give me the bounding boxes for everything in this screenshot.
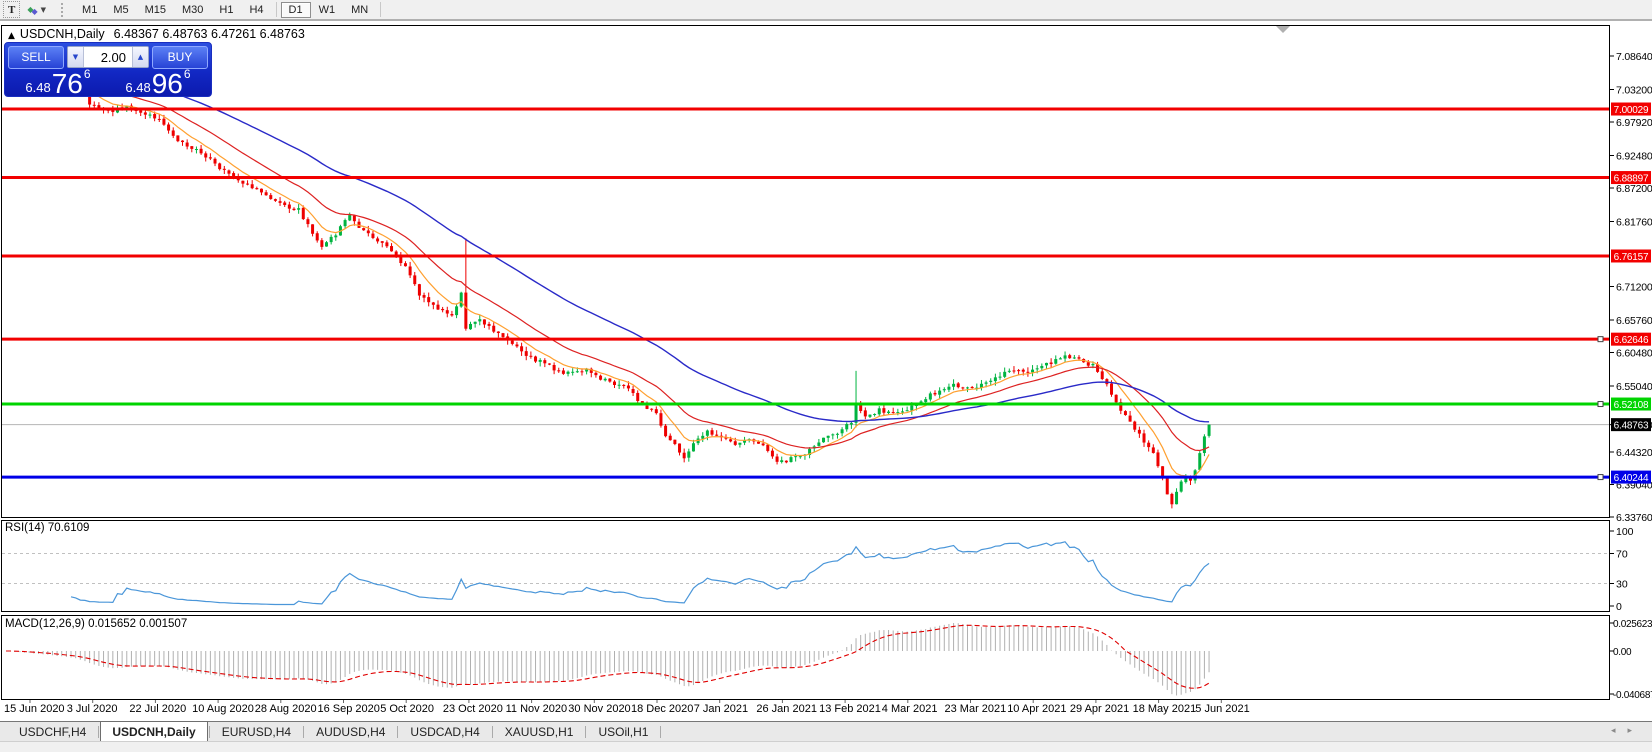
tab-separator <box>303 726 305 738</box>
chart-tab-usdcad[interactable]: USDCAD,H4 <box>399 723 490 742</box>
macd-indicator-label: MACD(12,26,9) 0.015652 0.001507 <box>5 618 188 630</box>
candlestick-series <box>4 60 1211 509</box>
buy-price[interactable]: 6.48 96 6 <box>108 67 208 100</box>
price-axis-label: 6.97920 <box>1616 117 1652 129</box>
scroll-right-icon[interactable]: ▸ <box>1627 726 1644 736</box>
chart-tab-audusd[interactable]: AUDUSD,H4 <box>305 723 396 742</box>
one-click-trade-panel: SELL ▼ 2.00 ▲ BUY 6.48 76 6 6.48 96 6 <box>4 42 212 100</box>
chart-tab-usoil[interactable]: USOil,H1 <box>587 723 659 742</box>
tab-separator <box>585 726 587 738</box>
chart-symbol-title: USDCNH,Daily <box>19 27 105 41</box>
x-axis-label: 30 Nov 2020 <box>568 703 630 715</box>
tab-separator <box>98 726 100 738</box>
macd-axis-label: 0.025623 <box>1613 619 1652 630</box>
x-axis-label: 10 Aug 2020 <box>192 703 254 715</box>
price-axis-label: 7.08640 <box>1616 51 1652 63</box>
rsi-axis-label: 70 <box>1616 549 1628 561</box>
x-axis-label: 5 Oct 2020 <box>380 703 434 715</box>
sell-price-prefix: 6.48 <box>25 80 51 95</box>
price-axis-label: 7.03200 <box>1616 84 1652 96</box>
status-bar <box>0 741 1652 752</box>
x-axis-label: 3 Jul 2020 <box>67 703 118 715</box>
buy-button[interactable]: BUY <box>152 45 208 69</box>
tab-separator <box>208 726 210 738</box>
x-axis-label: 11 Nov 2020 <box>506 703 568 715</box>
x-axis-label: 18 Dec 2020 <box>631 703 693 715</box>
price-axis-badge: 6.88897 <box>1614 174 1649 185</box>
chart-tab-xauusd[interactable]: XAUUSD,H1 <box>494 723 585 742</box>
line-drag-handle[interactable] <box>1597 336 1604 343</box>
chart-tab-bar: USDCHF,H4 USDCNH,Daily EURUSD,H4 AUDUSD,H4 U… <box>0 721 1652 742</box>
trading-terminal-window: T ◆ ◆ ▼ M1 M5 M15 M30 H1 H4 D1 W1 MN ▲ USDCNH,Dai… <box>0 0 1652 752</box>
x-axis-label: 18 May 2021 <box>1133 703 1197 715</box>
tab-separator <box>660 726 662 738</box>
price-axis-label: 6.44320 <box>1616 447 1652 459</box>
price-axis-label: 6.71200 <box>1616 281 1652 293</box>
price-axis-badge: 6.62646 <box>1614 335 1649 346</box>
price-axis-label: 6.33760 <box>1616 512 1652 524</box>
volume-stepper[interactable]: ▼ 2.00 ▲ <box>67 46 149 68</box>
chart-header: ▲ USDCNH,Daily 6.48367 6.48763 6.47261 6.4… <box>8 27 305 41</box>
chart-tab-eurusd[interactable]: EURUSD,H4 <box>211 723 302 742</box>
x-axis-label: 13 Feb 2021 <box>819 703 881 715</box>
chart-shift-marker-icon[interactable] <box>1276 26 1290 33</box>
rsi-indicator-label: RSI(14) 70.6109 <box>5 522 90 534</box>
x-axis-label: 10 Apr 2021 <box>1007 703 1066 715</box>
tab-separator <box>491 726 493 738</box>
volume-decrease-icon[interactable]: ▼ <box>68 47 84 67</box>
macd-histogram <box>10 623 1210 696</box>
collapse-trade-panel-icon[interactable]: ▲ <box>8 31 15 41</box>
scroll-left-icon[interactable]: ◂ <box>1611 726 1628 736</box>
chart-tab-usdcnh[interactable]: USDCNH,Daily <box>100 721 208 742</box>
macd-signal-line <box>6 624 1210 689</box>
price-axis-label: 6.87200 <box>1616 183 1652 195</box>
x-axis-label: 22 Jul 2020 <box>129 703 186 715</box>
chart-canvas[interactable]: 7.08640 7.03200 6.97920 6.92480 6.87200 6.817… <box>0 0 1652 721</box>
rsi-axis-label: 0 <box>1616 601 1622 613</box>
x-axis-label: 4 Mar 2021 <box>882 703 938 715</box>
price-axis-badge: 7.00029 <box>1614 105 1649 116</box>
buy-price-digits: 96 <box>151 68 183 100</box>
macd-axis-label: 0.00 <box>1613 647 1632 658</box>
sell-button[interactable]: SELL <box>8 45 64 69</box>
x-axis-label: 5 Jun 2021 <box>1195 703 1249 715</box>
tab-separator <box>397 726 399 738</box>
ohlc-values: 6.48367 6.48763 6.47261 6.48763 <box>113 27 305 41</box>
line-drag-handle[interactable] <box>1597 474 1604 481</box>
x-axis-label: 7 Jan 2021 <box>694 703 748 715</box>
buy-price-prefix: 6.48 <box>125 80 151 95</box>
rsi-axis-label: 30 <box>1616 579 1628 591</box>
price-axis-badge: 6.52108 <box>1614 400 1649 411</box>
price-axis-label: 6.60480 <box>1616 347 1652 359</box>
price-axis-badge: 6.40244 <box>1614 473 1649 484</box>
sell-price-digits: 76 <box>51 68 83 100</box>
sell-price-pipette: 6 <box>83 67 91 81</box>
price-axis-label: 6.92480 <box>1616 150 1652 162</box>
price-axis-label: 6.65760 <box>1616 315 1652 327</box>
x-axis-label: 16 Sep 2020 <box>318 703 380 715</box>
buy-price-pipette: 6 <box>183 67 191 81</box>
x-axis-label: 28 Aug 2020 <box>255 703 317 715</box>
volume-input[interactable]: 2.00 <box>84 50 132 65</box>
volume-increase-icon[interactable]: ▲ <box>132 47 148 67</box>
price-axis-label: 6.55040 <box>1616 381 1652 393</box>
x-axis-label: 23 Mar 2021 <box>945 703 1007 715</box>
sell-price[interactable]: 6.48 76 6 <box>8 67 108 100</box>
macd-axis-label: -0.040687 <box>1613 690 1652 701</box>
chart-tab-usdchf[interactable]: USDCHF,H4 <box>8 723 97 742</box>
x-axis-label: 23 Oct 2020 <box>443 703 503 715</box>
price-axis-badge: 6.76157 <box>1614 252 1649 263</box>
rsi-axis-label: 100 <box>1616 526 1634 538</box>
tab-scroll-arrows: ◂▸ <box>1611 726 1644 736</box>
price-axis-label: 6.81760 <box>1616 216 1652 228</box>
moving-averages <box>5 62 1210 478</box>
x-axis-label: 29 Apr 2021 <box>1070 703 1129 715</box>
x-axis-label: 26 Jan 2021 <box>756 703 817 715</box>
rsi-line <box>70 541 1210 606</box>
x-axis-label: 15 Jun 2020 <box>4 703 65 715</box>
line-drag-handle[interactable] <box>1597 401 1604 408</box>
price-axis-badge: 6.48763 <box>1614 421 1649 432</box>
